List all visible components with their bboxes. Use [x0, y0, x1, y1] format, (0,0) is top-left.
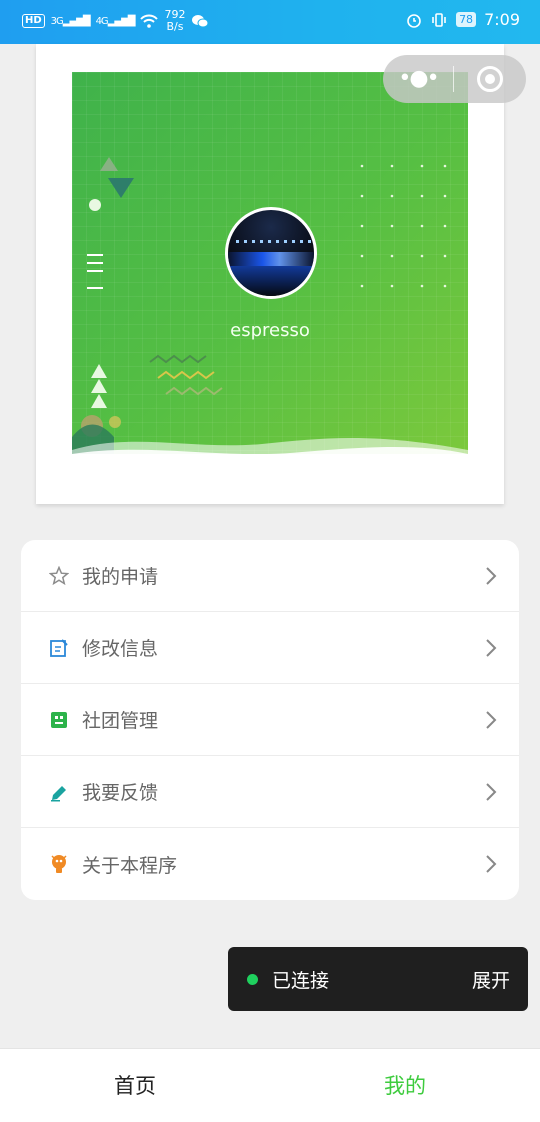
menu-item-feedback[interactable]: 我要反馈: [21, 756, 519, 828]
pencil-icon: [48, 781, 70, 803]
tab-bar: 首页 我的: [0, 1048, 540, 1122]
alarm-icon: [407, 13, 421, 28]
chevron-right-icon: [486, 855, 497, 873]
battery-icon: 78: [456, 12, 477, 27]
chevron-right-icon: [486, 567, 497, 585]
menu-item-label: 修改信息: [82, 638, 159, 660]
star-icon: [48, 565, 70, 587]
status-bar-right: 78 7:09: [406, 10, 520, 29]
menu-item-label: 我的申请: [82, 566, 159, 588]
profile-banner: espresso: [72, 72, 468, 454]
wifi-icon: [140, 14, 159, 28]
bulb-icon: [48, 853, 70, 875]
edit-icon: [48, 637, 70, 659]
menu-item-label: 社团管理: [82, 710, 159, 732]
menu-item-label: 关于本程序: [82, 854, 178, 877]
network-speed: 792 B/s: [164, 8, 186, 33]
more-menu-icon[interactable]: •●•: [383, 55, 453, 103]
signal-3g-icon: 3G▂▄▆█: [50, 15, 91, 27]
menu-item-edit-info[interactable]: 修改信息: [21, 612, 519, 684]
menu-item-label: 我要反馈: [82, 782, 159, 804]
chevron-right-icon: [486, 639, 497, 657]
menu-item-about[interactable]: 关于本程序: [21, 828, 519, 900]
menu-list: 我的申请 修改信息 社团管理 我要反馈 关于本程序: [21, 540, 519, 900]
menu-item-my-applications[interactable]: 我的申请: [21, 540, 519, 612]
chevron-right-icon: [486, 783, 497, 801]
status-bar: HD 3G▂▄▆█ 4G▂▄▆█ 792 B/s 78 7:09: [0, 0, 540, 44]
menu-item-club-management[interactable]: 社团管理: [21, 684, 519, 756]
close-miniprogram-button[interactable]: [454, 66, 526, 92]
status-bar-left: HD 3G▂▄▆█ 4G▂▄▆█ 792 B/s: [22, 9, 209, 33]
username: espresso: [230, 320, 310, 341]
connection-toast: 已连接 展开: [228, 947, 528, 1011]
target-icon: [477, 66, 503, 92]
signal-4g-icon: 4G▂▄▆█: [95, 15, 136, 27]
connection-status: 已连接: [272, 969, 330, 992]
tab-mine[interactable]: 我的: [270, 1049, 540, 1122]
vibrate-icon: [432, 12, 446, 27]
avatar[interactable]: [225, 207, 317, 299]
robot-icon: [48, 709, 70, 731]
clock-time: 7:09: [484, 10, 520, 29]
wechat-icon: [192, 15, 209, 28]
miniprogram-capsule: •●•: [383, 55, 526, 103]
expand-button[interactable]: 展开: [472, 966, 510, 993]
tab-home[interactable]: 首页: [0, 1049, 270, 1122]
profile-card: espresso: [36, 44, 504, 504]
connected-status-dot: [247, 973, 258, 985]
chevron-right-icon: [486, 711, 497, 729]
hd-badge: HD: [22, 14, 45, 28]
